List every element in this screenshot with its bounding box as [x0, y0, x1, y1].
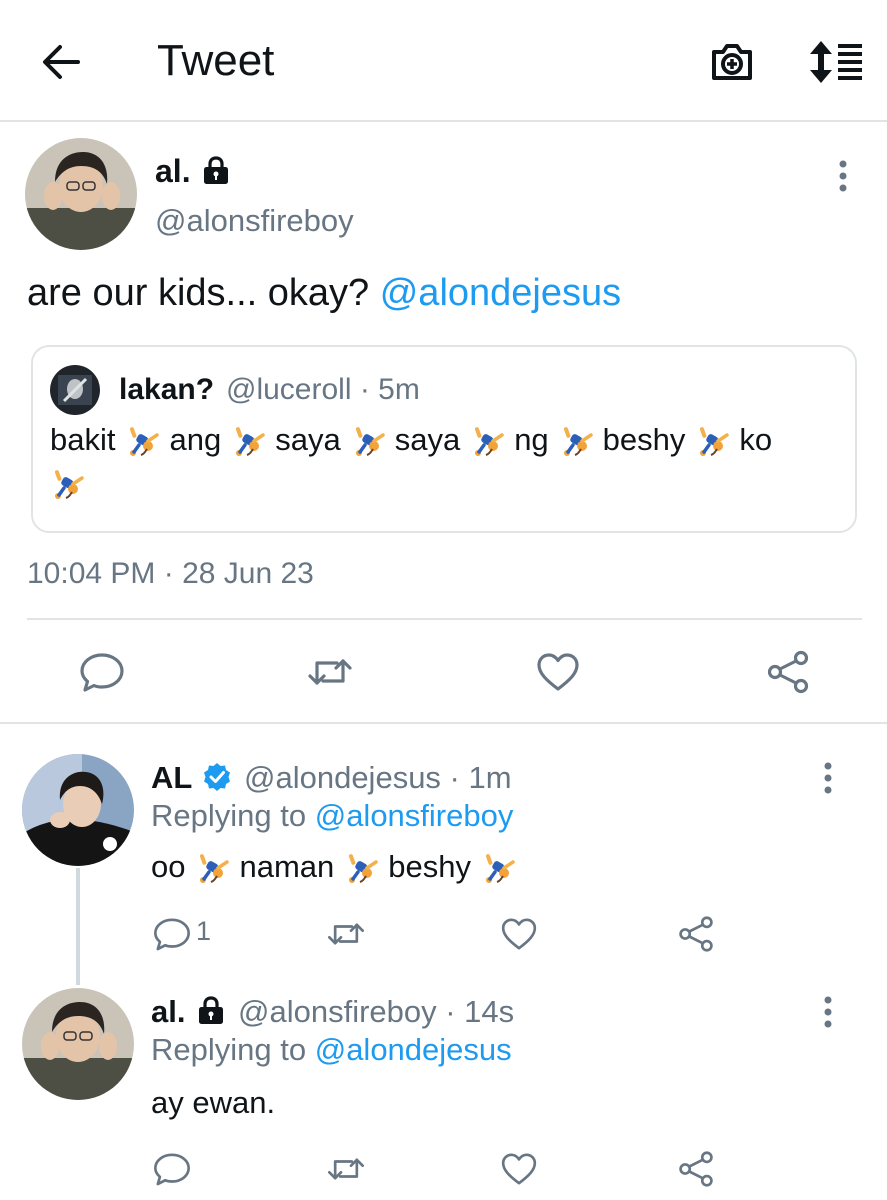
quote-word: ang	[169, 422, 222, 457]
reply-author-meta: @alonsfireboy · 14s	[238, 994, 515, 1029]
more-vertical-icon[interactable]	[818, 994, 838, 1030]
quoted-text-line-1: bakit ang saya saya ng beshy ko	[50, 422, 772, 458]
heart-icon[interactable]	[534, 650, 582, 694]
quote-word: bakit	[50, 422, 116, 457]
reply-author-meta: @alondejesus · 1m	[244, 760, 512, 795]
author-handle[interactable]: @alonsfireboy	[155, 203, 354, 239]
person-cartwheeling-emoji	[344, 850, 378, 884]
person-cartwheeling-emoji	[125, 423, 159, 457]
mention-link[interactable]: @alondejesus	[380, 272, 621, 314]
tweet-text: are our kids... okay? @alondejesus	[27, 272, 621, 315]
reply-author-name[interactable]: AL	[151, 760, 192, 796]
person-cartwheeling-emoji	[50, 466, 84, 500]
person-cartwheeling-emoji	[481, 850, 515, 884]
quote-word: ng	[514, 422, 549, 457]
heart-icon[interactable]	[499, 1150, 539, 1188]
person-cartwheeling-emoji	[695, 423, 729, 457]
person-cartwheeling-emoji	[231, 423, 265, 457]
quoted-author-meta: @luceroll · 5m	[226, 373, 420, 406]
reply-icon[interactable]	[152, 1150, 192, 1188]
quote-word: saya	[275, 422, 341, 457]
sort-icon[interactable]	[806, 38, 866, 86]
replying-to-link[interactable]: @alonsfireboy	[315, 798, 514, 833]
lock-icon	[200, 155, 232, 187]
share-icon[interactable]	[764, 650, 812, 694]
divider	[27, 618, 862, 620]
share-icon[interactable]	[676, 915, 716, 953]
replying-to-label: Replying to	[151, 1032, 315, 1067]
person-cartwheeling-emoji	[470, 423, 504, 457]
quote-word: beshy	[602, 422, 686, 457]
share-icon[interactable]	[676, 1150, 716, 1188]
author-name[interactable]: al.	[155, 153, 191, 190]
verified-badge-icon	[204, 763, 230, 791]
more-vertical-icon[interactable]	[833, 158, 853, 194]
retweet-icon[interactable]	[306, 650, 354, 694]
quote-word: saya	[394, 422, 461, 457]
person-cartwheeling-emoji	[559, 423, 593, 457]
quoted-author-name: lakan?	[119, 373, 215, 406]
person-cartwheeling-emoji	[351, 423, 385, 457]
reply-author-avatar[interactable]	[22, 988, 134, 1100]
reply-author-name[interactable]: al.	[151, 994, 185, 1030]
heart-icon[interactable]	[499, 915, 539, 953]
retweet-icon[interactable]	[326, 1150, 366, 1188]
author-avatar[interactable]	[25, 138, 137, 250]
replying-to-line: Replying to @alondejesus	[151, 1032, 512, 1068]
reply-text: ay ewan.	[151, 1085, 276, 1120]
reply-text: oo naman beshy	[151, 849, 525, 885]
replying-to-link[interactable]: @alondejesus	[315, 1032, 512, 1067]
back-arrow-icon[interactable]	[38, 42, 84, 82]
camera-plus-icon[interactable]	[708, 38, 756, 86]
reply-count: 1	[196, 916, 212, 946]
retweet-icon[interactable]	[326, 915, 366, 953]
top-app-bar: Tweet	[0, 0, 887, 122]
reply-word: oo	[151, 849, 186, 884]
tweet-timestamp: 10:04 PM · 28 Jun 23	[27, 557, 314, 590]
reply-icon[interactable]	[78, 650, 126, 694]
person-cartwheeling-emoji	[195, 850, 229, 884]
reply-icon[interactable]	[152, 915, 192, 953]
reply-word: beshy	[388, 849, 472, 884]
tweet-text-body: are our kids... okay?	[27, 272, 380, 314]
replying-to-label: Replying to	[151, 798, 315, 833]
reply-author-avatar[interactable]	[22, 754, 134, 866]
quote-word: ko	[739, 422, 773, 457]
thread-connector	[76, 868, 80, 985]
more-vertical-icon[interactable]	[818, 760, 838, 796]
lock-icon	[195, 995, 227, 1027]
section-divider	[0, 722, 887, 724]
replying-to-line: Replying to @alonsfireboy	[151, 798, 513, 834]
quoted-author-avatar	[50, 365, 100, 415]
page-title: Tweet	[157, 36, 275, 85]
reply-word: naman	[239, 849, 335, 884]
